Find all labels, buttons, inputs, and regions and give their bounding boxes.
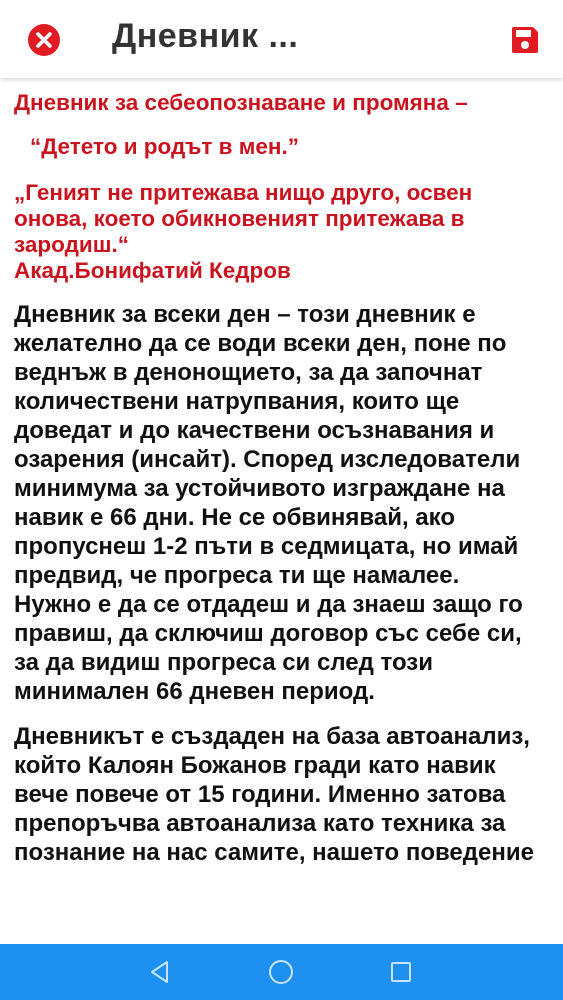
close-circle-icon xyxy=(28,24,60,56)
quote-text: „Геният не притежава нищо друго, освен о… xyxy=(14,180,473,257)
page-title: Дневник ... xyxy=(112,17,299,55)
save-button[interactable] xyxy=(509,24,541,56)
back-triangle-icon xyxy=(151,961,168,983)
nav-recents-button[interactable] xyxy=(387,958,415,986)
nav-home-button[interactable] xyxy=(267,958,295,986)
journal-heading: Дневник за себеопознаване и промяна – xyxy=(14,90,468,115)
nav-back-button[interactable] xyxy=(146,958,174,986)
floppy-disk-icon xyxy=(512,27,538,53)
system-navigation-bar xyxy=(0,944,563,1000)
paragraph-about: Дневникът е създаден на база автоанализ,… xyxy=(14,723,534,866)
journal-content[interactable]: Дневник за себеопознаване и промяна – “Д… xyxy=(0,78,563,944)
app-screen: Дневник ... Дневник за себеопознаване и … xyxy=(0,0,563,1000)
quote-author: Акад.Бонифатий Кедров xyxy=(14,258,291,283)
close-button[interactable] xyxy=(28,24,60,56)
paragraph-intro: Дневник за всеки ден – този дневник е же… xyxy=(14,301,523,705)
home-circle-icon xyxy=(269,960,293,984)
journal-subheading: “Детето и родът в мен.” xyxy=(30,134,299,159)
recents-square-icon xyxy=(391,962,411,982)
top-toolbar: Дневник ... xyxy=(0,0,563,78)
